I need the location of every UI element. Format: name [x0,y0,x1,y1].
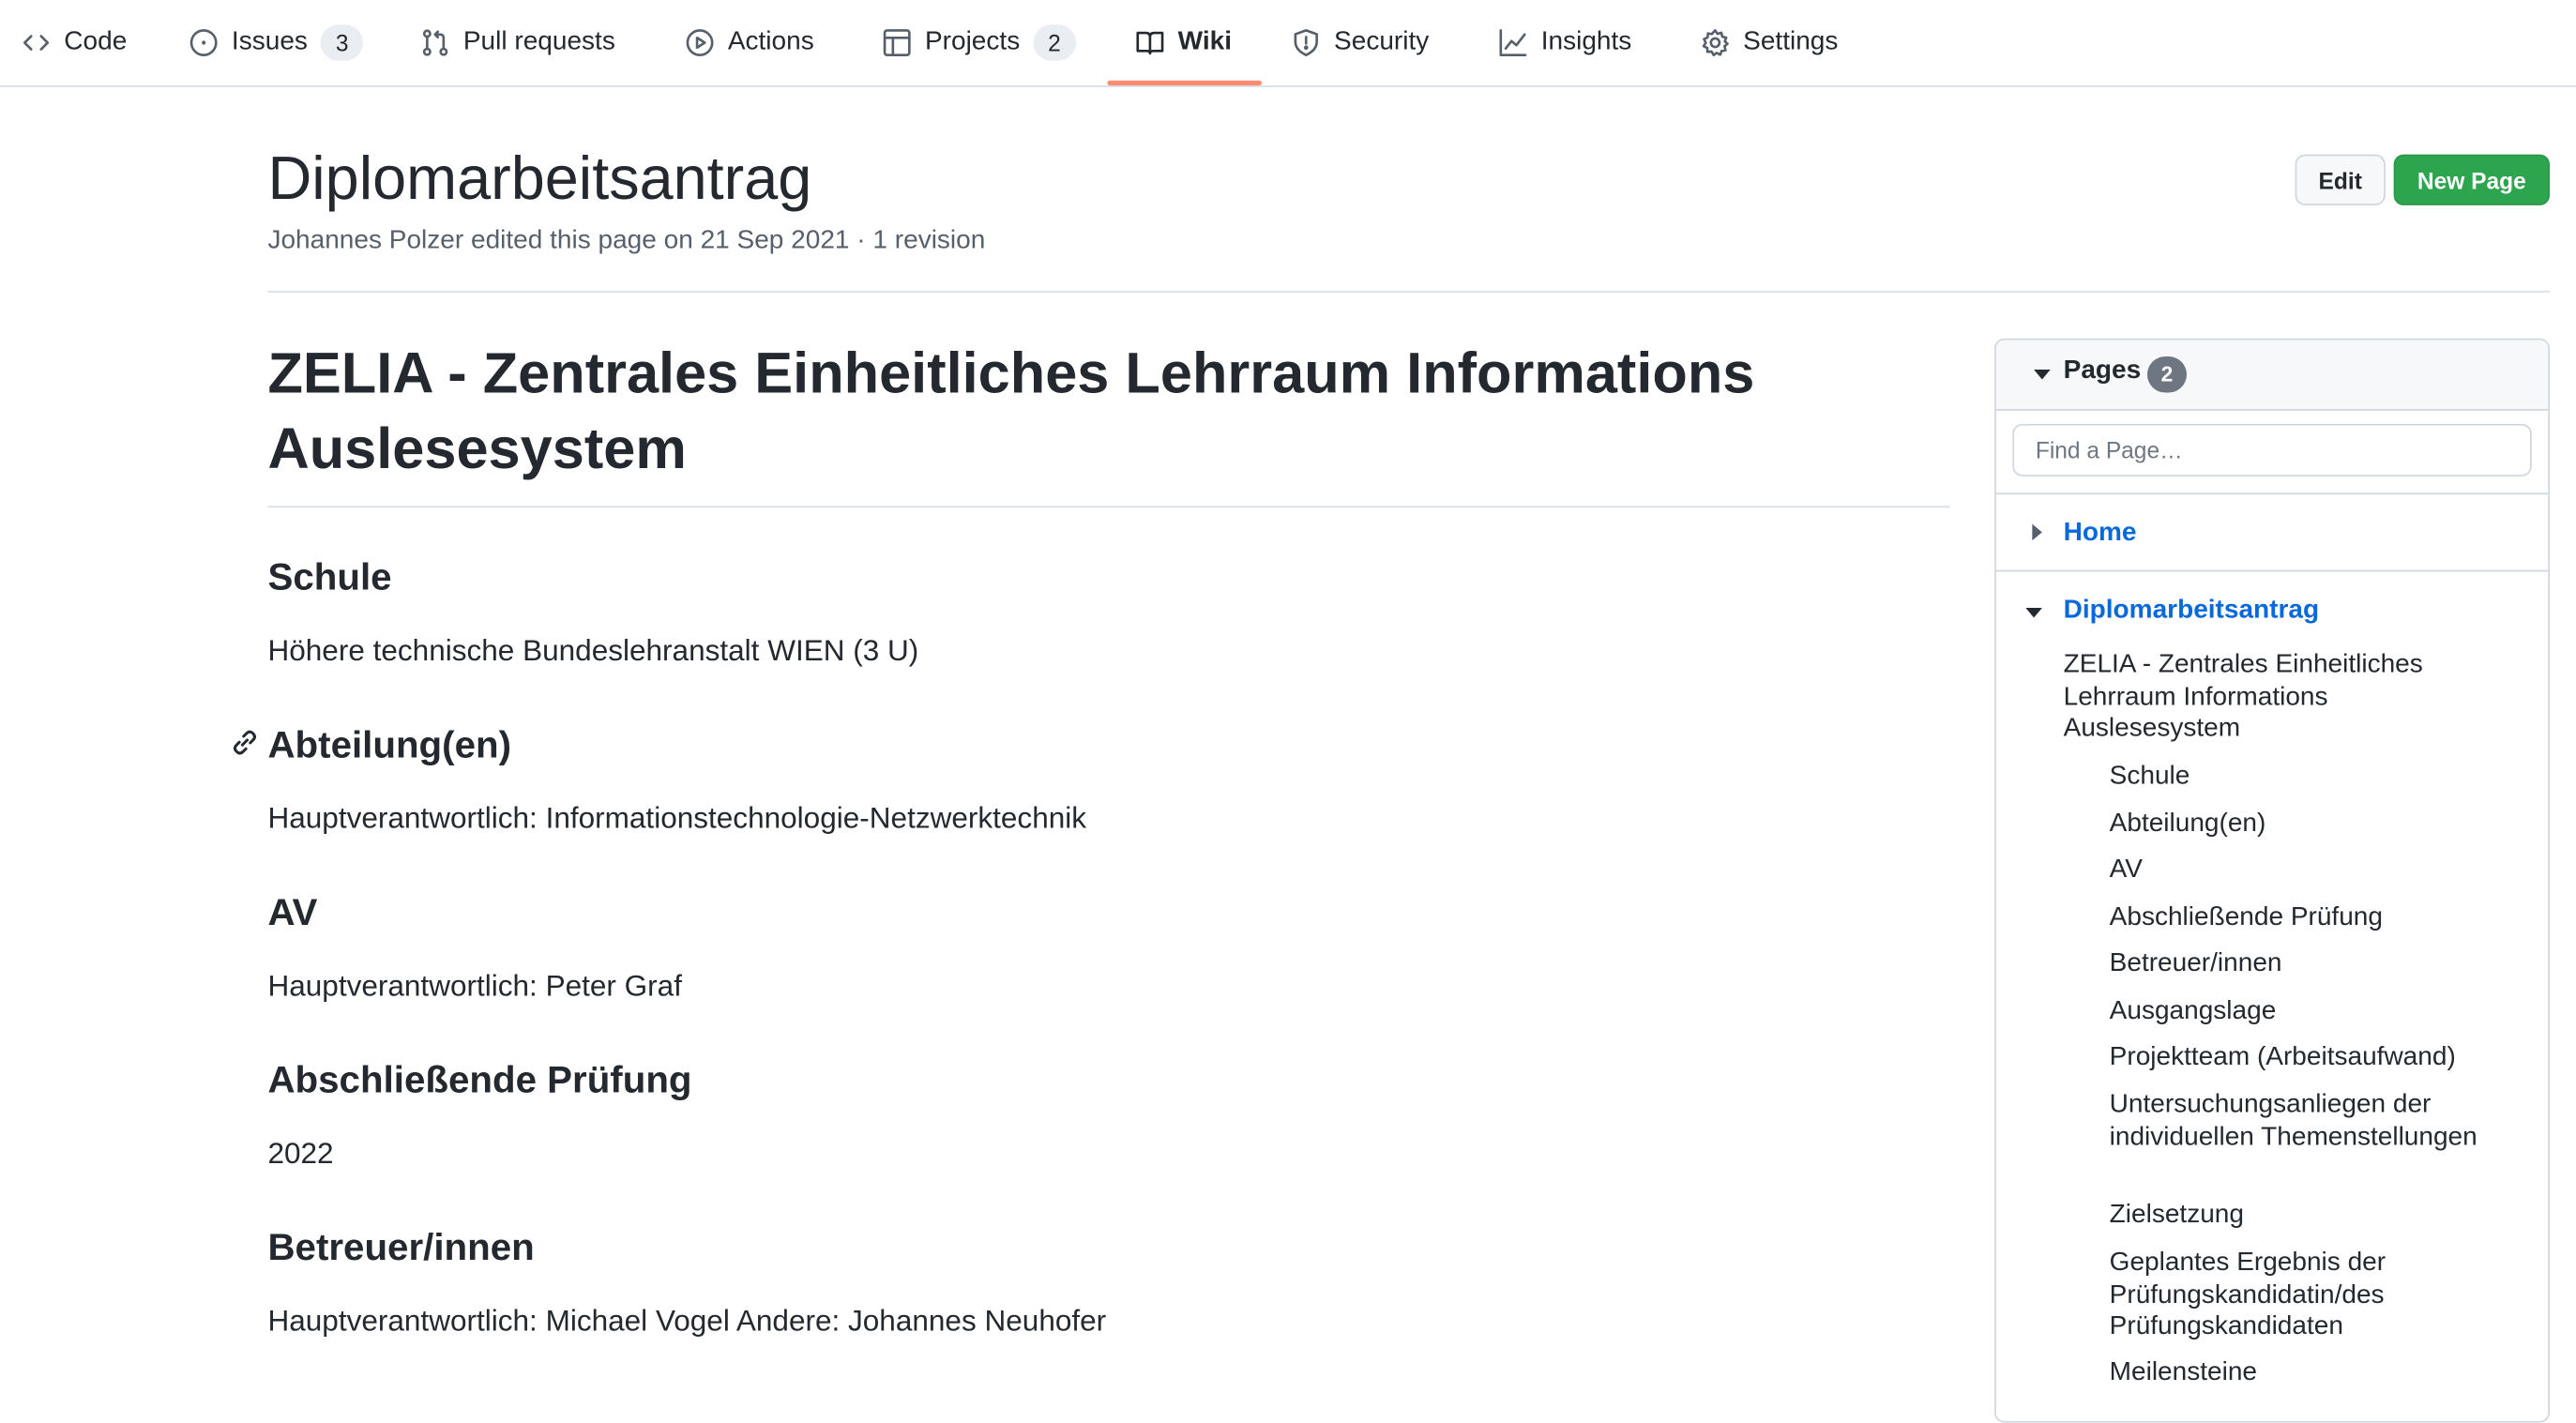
section-text-abteilung: Hauptverantwortlich: Informationstechnol… [267,801,1087,835]
selected-tab-underline [1107,80,1262,86]
book-icon [1136,30,1164,54]
projects-count-badge: 2 [1033,23,1076,60]
find-page-input[interactable] [2012,423,2532,477]
section-heading-abteilung: Abteilung(en) [267,722,512,766]
issues-count-badge: 3 [320,23,364,60]
play-icon [686,28,714,56]
tab-settings[interactable]: Settings [1701,0,1839,83]
section-heading-av: AV [267,890,318,933]
section-heading-betreuer: Betreuer/innen [267,1225,535,1269]
edit-button[interactable]: Edit [2295,154,2386,205]
tab-label: Security [1334,26,1430,55]
sidebar-page-diplomarbeitsantrag[interactable]: Diplomarbeitsantrag [2064,597,2319,627]
git-pull-request-icon [422,28,448,55]
toc-link[interactable]: Zielsetzung [2110,1199,2504,1231]
section-text-betreuer: Hauptverantwortlich: Michael Vogel Ander… [267,1304,1107,1338]
section-text-av: Hauptverantwortlich: Peter Graf [267,969,682,1003]
caret-right-icon[interactable] [2032,523,2042,541]
sidebar-page-home[interactable]: Home [2064,519,2137,549]
toc-link[interactable]: Abteilung(en) [2110,809,2504,840]
toc-link[interactable]: Geplantes Ergebnis der Prüfungskandidati… [2110,1247,2504,1342]
pages-header[interactable]: Pages 2 [1995,340,2549,411]
wiki-page: Code Issues 3 Pull requests Actions Proj… [0,0,2576,1423]
tab-security[interactable]: Security [1292,0,1430,83]
issue-opened-icon [189,28,218,56]
page-title: Diplomarbeitsantrag [267,144,812,212]
tab-projects[interactable]: Projects 2 [882,0,1076,83]
heading-divider [267,506,1950,508]
new-page-button[interactable]: New Page [2393,154,2551,205]
toc-link[interactable]: Schule [2110,761,2504,793]
tab-pull-requests[interactable]: Pull requests [420,0,615,83]
tab-wiki[interactable]: Wiki [1135,0,1232,83]
tab-issues[interactable]: Issues 3 [189,0,364,83]
tab-insights[interactable]: Insights [1498,0,1631,83]
tab-label: Wiki [1177,26,1233,55]
code-icon [23,34,50,50]
tab-label: Projects [924,26,1021,55]
tab-label: Code [64,26,128,55]
content-heading: ZELIA - Zentrales Einheitliches Lehrraum… [267,341,1755,482]
sidebar-divider [1995,569,2549,572]
header-divider [267,290,2551,293]
tab-label: Pull requests [462,26,615,55]
tab-code[interactable]: Code [22,0,128,83]
graph-icon [1499,28,1527,56]
sidebar-divider [1995,492,2549,495]
table-icon [883,28,911,56]
tab-label: Issues [231,26,308,55]
toc-link[interactable]: Untersuchungsanliegen der individuellen … [2110,1089,2504,1153]
tab-label: Insights [1540,26,1632,55]
caret-down-icon [2034,370,2051,380]
shield-icon [1294,28,1318,56]
repo-nav: Code Issues 3 Pull requests Actions Proj… [0,0,2576,87]
toc-link[interactable]: Abschließende Prüfung [2110,901,2504,933]
revision-meta: Johannes Polzer edited this page on 21 S… [267,226,986,255]
toc-link[interactable]: Meilensteine [2110,1357,2504,1389]
caret-down-icon[interactable] [2025,607,2042,618]
toc-link-zelia[interactable]: ZELIA - Zentrales Einheitliches Lehrraum… [2064,649,2491,745]
pages-count-badge: 2 [2146,356,2187,393]
section-text-schule: Höhere technische Bundeslehranstalt WIEN… [267,634,919,668]
tab-actions[interactable]: Actions [685,0,814,83]
tab-label: Settings [1743,26,1839,55]
pages-sidebar: Pages 2 Home Diplomarbeitsantrag ZELIA -… [1994,338,2551,1423]
section-heading-pruefung: Abschließende Prüfung [267,1057,692,1101]
tab-label: Actions [727,26,814,55]
toc-link[interactable]: Betreuer/innen [2110,948,2504,980]
section-text-pruefung: 2022 [267,1136,334,1170]
toc-link[interactable]: Projektteam (Arbeitsaufwand) [2110,1041,2504,1073]
link-icon[interactable] [230,728,260,758]
gear-icon [1702,28,1729,56]
pages-title: Pages [2063,356,2142,385]
section-heading-schule: Schule [267,554,392,598]
toc-link[interactable]: Ausgangslage [2110,995,2504,1027]
toc-link[interactable]: AV [2110,855,2504,886]
